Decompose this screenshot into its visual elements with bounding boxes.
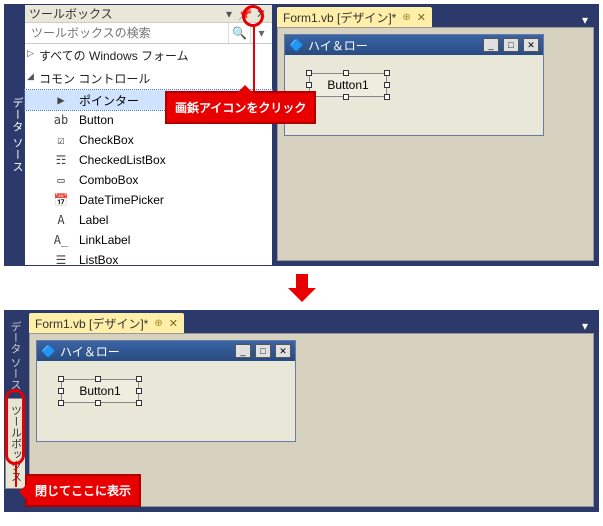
app-icon: 🔷 bbox=[41, 344, 56, 358]
resize-handle[interactable] bbox=[136, 388, 142, 394]
tab-label: Form1.vb [デザイン]* bbox=[35, 315, 148, 332]
checkbox-icon: ☑ bbox=[53, 133, 69, 147]
winform-body[interactable]: Button1 bbox=[285, 55, 543, 135]
collapsed-tab-datasource[interactable]: データ ソース bbox=[5, 315, 25, 396]
ide-panel-after: データ ソース ツールボックス Form1.vb [デザイン]* ⊕ ✕ ▾ 🔷… bbox=[4, 310, 599, 512]
checkedlistbox-icon: ☶ bbox=[53, 153, 69, 167]
button-icon: ab bbox=[53, 113, 69, 127]
toolbox-item-combobox[interactable]: ▭ ComboBox bbox=[25, 170, 272, 190]
datetimepicker-icon: 📅 bbox=[53, 193, 69, 207]
pointer-icon: ▶ bbox=[53, 93, 69, 107]
tab-close-icon[interactable]: ✕ bbox=[169, 317, 178, 330]
tab-pin-icon[interactable]: ⊕ bbox=[402, 12, 410, 23]
tab-pin-icon[interactable]: ⊕ bbox=[154, 318, 162, 329]
search-icon[interactable]: 🔍 bbox=[228, 23, 250, 43]
tab-form1[interactable]: Form1.vb [デザイン]* ⊕ ✕ bbox=[29, 313, 184, 333]
winform: 🔷 ハイ＆ロー _ □ ✕ Button1 bbox=[36, 340, 296, 442]
toolbox-title: ツールボックス bbox=[29, 5, 218, 22]
resize-handle[interactable] bbox=[306, 82, 312, 88]
combobox-icon: ▭ bbox=[53, 173, 69, 187]
button-text: Button1 bbox=[327, 78, 368, 92]
annotation-leader bbox=[253, 25, 255, 93]
resize-handle[interactable] bbox=[95, 376, 101, 382]
resize-handle[interactable] bbox=[306, 70, 312, 76]
linklabel-icon: A̲ bbox=[53, 233, 69, 247]
app-icon: 🔷 bbox=[289, 38, 304, 52]
search-input[interactable] bbox=[25, 23, 228, 43]
document-tabbar: Form1.vb [デザイン]* ⊕ ✕ ▾ bbox=[25, 311, 598, 333]
toolbox-item-linklabel[interactable]: A̲ LinkLabel bbox=[25, 230, 272, 250]
side-strip-datasource[interactable]: データ ソース bbox=[5, 5, 25, 265]
resize-handle[interactable] bbox=[343, 70, 349, 76]
tab-form1[interactable]: Form1.vb [デザイン]* ⊕ ✕ bbox=[277, 7, 432, 27]
label-icon: A bbox=[53, 213, 69, 227]
resize-handle[interactable] bbox=[58, 388, 64, 394]
toolbox-search: 🔍 ▾ bbox=[25, 23, 272, 44]
down-arrow-icon bbox=[286, 272, 318, 304]
tabbar-dropdown-icon[interactable]: ▾ bbox=[578, 319, 592, 333]
winform: 🔷 ハイ＆ロー _ □ ✕ Button1 bbox=[284, 34, 544, 136]
winform-title: ハイ＆ロー bbox=[60, 343, 231, 360]
resize-handle[interactable] bbox=[58, 400, 64, 406]
item-label: Button bbox=[79, 113, 114, 127]
winform-titlebar: 🔷 ハイ＆ロー _ □ ✕ bbox=[285, 35, 543, 55]
annotation-ring bbox=[242, 5, 264, 27]
toolbox-item-checkedlistbox[interactable]: ☶ CheckedListBox bbox=[25, 150, 272, 170]
resize-handle[interactable] bbox=[136, 400, 142, 406]
annotation-ring bbox=[5, 389, 25, 465]
resize-handle[interactable] bbox=[384, 82, 390, 88]
item-label: CheckBox bbox=[79, 133, 134, 147]
annotation-callout-pin: 画鋲アイコンをクリック bbox=[165, 91, 316, 124]
ide-panel-before: データ ソース ツールボックス ▾ 📌 ✕ 🔍 ▾ すべての Windows フ… bbox=[4, 4, 599, 266]
tabbar-dropdown-icon[interactable]: ▾ bbox=[578, 13, 592, 27]
toolbox-header: ツールボックス ▾ 📌 ✕ bbox=[25, 5, 272, 23]
toolbox-category[interactable]: すべての Windows フォーム bbox=[25, 44, 272, 67]
toolbox-item-listbox[interactable]: ☰ ListBox bbox=[25, 250, 272, 270]
item-label: ListBox bbox=[79, 253, 118, 267]
resize-handle[interactable] bbox=[95, 400, 101, 406]
toolbox-item-datetimepicker[interactable]: 📅 DateTimePicker bbox=[25, 190, 272, 210]
tab-label: Form1.vb [デザイン]* bbox=[283, 9, 396, 26]
listbox-icon: ☰ bbox=[53, 253, 69, 267]
minimize-icon[interactable]: _ bbox=[483, 38, 499, 52]
annotation-callout-collapsed: 閉じてここに表示 bbox=[25, 474, 141, 507]
item-label: Label bbox=[79, 213, 108, 227]
resize-handle[interactable] bbox=[343, 94, 349, 100]
close-icon[interactable]: ✕ bbox=[275, 344, 291, 358]
minimize-icon[interactable]: _ bbox=[235, 344, 251, 358]
resize-handle[interactable] bbox=[136, 376, 142, 382]
maximize-icon[interactable]: □ bbox=[503, 38, 519, 52]
winform-body[interactable]: Button1 bbox=[37, 361, 295, 441]
winform-title: ハイ＆ロー bbox=[308, 37, 479, 54]
resize-handle[interactable] bbox=[58, 376, 64, 382]
maximize-icon[interactable]: □ bbox=[255, 344, 271, 358]
document-tabbar: Form1.vb [デザイン]* ⊕ ✕ ▾ bbox=[273, 5, 598, 27]
tab-close-icon[interactable]: ✕ bbox=[417, 11, 426, 24]
item-label: ComboBox bbox=[79, 173, 138, 187]
design-canvas[interactable]: 🔷 ハイ＆ロー _ □ ✕ Button1 bbox=[277, 27, 594, 261]
close-icon[interactable]: ✕ bbox=[523, 38, 539, 52]
resize-handle[interactable] bbox=[384, 70, 390, 76]
designer-area: Form1.vb [デザイン]* ⊕ ✕ ▾ 🔷 ハイ＆ロー _ □ ✕ But… bbox=[273, 5, 598, 265]
button-text: Button1 bbox=[79, 384, 120, 398]
toolbox-item-label[interactable]: A Label bbox=[25, 210, 272, 230]
resize-handle[interactable] bbox=[384, 94, 390, 100]
toolbox-category[interactable]: コモン コントロール bbox=[25, 67, 272, 90]
toolbox-pane: ツールボックス ▾ 📌 ✕ 🔍 ▾ すべての Windows フォーム コモン … bbox=[25, 5, 273, 265]
item-label: ポインター bbox=[79, 92, 139, 109]
toolbox-item-checkbox[interactable]: ☑ CheckBox bbox=[25, 130, 272, 150]
item-label: LinkLabel bbox=[79, 233, 130, 247]
toolbox-menu-icon[interactable]: ▾ bbox=[222, 7, 236, 21]
winform-titlebar: 🔷 ハイ＆ロー _ □ ✕ bbox=[37, 341, 295, 361]
item-label: CheckedListBox bbox=[79, 153, 166, 167]
item-label: DateTimePicker bbox=[79, 193, 164, 207]
